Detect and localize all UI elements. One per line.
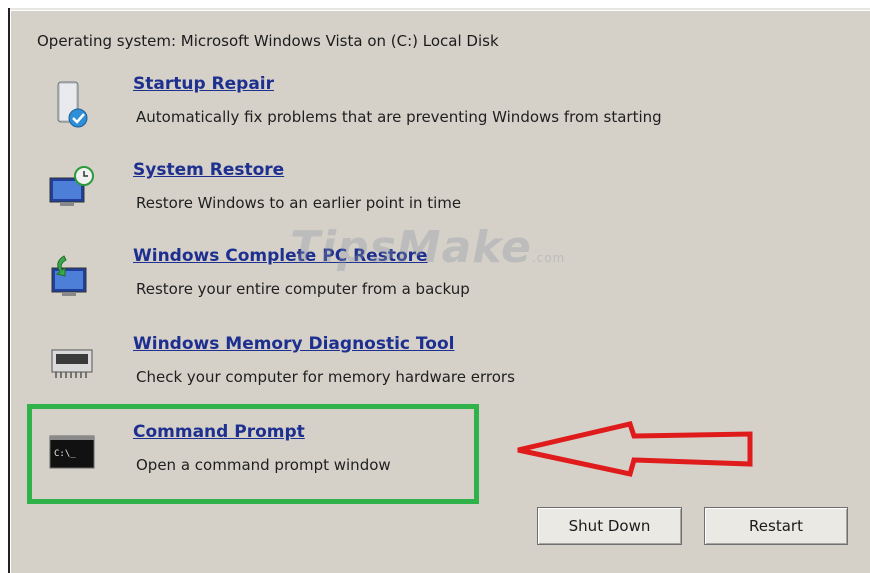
watermark-main: TipsMake <box>290 222 532 273</box>
system-restore-icon <box>46 164 98 216</box>
startup-repair-icon <box>46 78 98 130</box>
recovery-item-system-restore[interactable]: System Restore Restore Windows to an ear… <box>30 160 790 230</box>
startup-repair-link[interactable]: Startup Repair <box>133 74 274 94</box>
operating-system-label: Operating system: Microsoft Windows Vist… <box>37 32 499 50</box>
watermark-suffix: .com <box>531 251 566 265</box>
pc-restore-icon <box>46 250 98 302</box>
recovery-item-memory-diagnostic[interactable]: Windows Memory Diagnostic Tool Check you… <box>30 334 790 404</box>
recovery-item-startup-repair[interactable]: Startup Repair Automatically fix problem… <box>30 74 790 144</box>
watermark-logo: TipsMake.com <box>290 222 565 273</box>
restart-button[interactable]: Restart <box>704 507 848 545</box>
red-arrow-icon <box>517 421 753 477</box>
system-restore-description: Restore Windows to an earlier point in t… <box>136 194 462 212</box>
startup-repair-description: Automatically fix problems that are prev… <box>136 108 662 126</box>
pc-restore-description: Restore your entire computer from a back… <box>136 280 470 298</box>
system-restore-link[interactable]: System Restore <box>133 160 284 180</box>
memory-diagnostic-description: Check your computer for memory hardware … <box>136 368 515 386</box>
memory-diagnostic-link[interactable]: Windows Memory Diagnostic Tool <box>133 334 454 354</box>
memory-chip-icon <box>46 338 98 390</box>
shut-down-button[interactable]: Shut Down <box>537 507 682 545</box>
command-prompt-highlight-box <box>27 404 479 504</box>
